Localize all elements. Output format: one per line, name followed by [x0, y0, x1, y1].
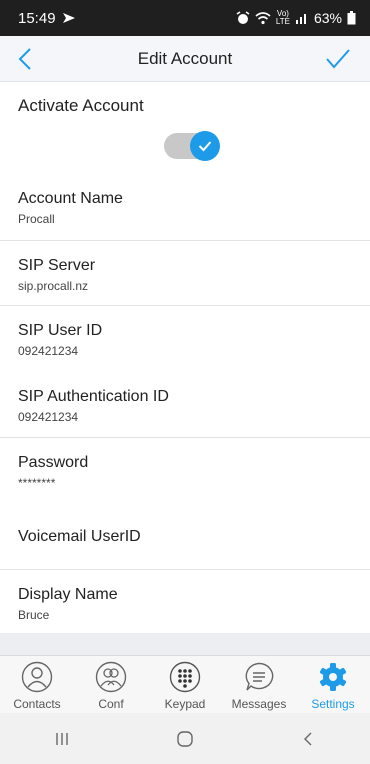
alarm-icon [236, 11, 250, 25]
wifi-icon [255, 11, 271, 25]
app-bar: Edit Account [0, 36, 370, 82]
tab-label: Keypad [164, 697, 206, 711]
field-label: Voicemail UserID [18, 528, 141, 545]
tab-label: Settings [311, 697, 355, 711]
tab-conf[interactable]: Conf [74, 656, 148, 713]
activate-account-label: Activate Account [18, 96, 144, 115]
contacts-icon [21, 659, 53, 695]
field-label: SIP Authentication ID [18, 388, 169, 405]
voicemail-userid-field[interactable]: Voicemail UserID [0, 504, 370, 570]
status-time: 15:49 [18, 9, 56, 27]
field-label: Password [18, 454, 89, 471]
recents-button[interactable] [32, 719, 92, 759]
back-icon [304, 732, 312, 745]
gear-icon [317, 659, 349, 695]
activate-account-toggle[interactable] [164, 131, 220, 161]
list-footer-band [0, 633, 370, 655]
field-label: Display Name [18, 586, 118, 603]
account-name-field[interactable]: Account Name Procall [0, 174, 370, 240]
tab-settings[interactable]: Settings [296, 656, 370, 713]
activate-account-section: Activate Account [0, 82, 370, 174]
status-bar: 15:49 Vo) LTE 63% [0, 0, 370, 36]
battery-percent: 63% [313, 10, 342, 26]
sip-authentication-id-field[interactable]: SIP Authentication ID 092421234 [0, 372, 370, 438]
checkmark-icon [326, 49, 350, 69]
field-value: Procall [18, 212, 55, 226]
field-label: Account Name [18, 190, 123, 207]
cast-icon [62, 12, 76, 24]
chevron-left-icon [18, 48, 31, 70]
checkmark-icon [198, 141, 212, 152]
back-button[interactable] [18, 45, 46, 73]
home-button[interactable] [155, 719, 215, 759]
conference-icon [95, 659, 127, 695]
field-value: ******** [18, 476, 56, 490]
tab-messages[interactable]: Messages [222, 656, 296, 713]
signal-icon [295, 12, 309, 24]
field-value: 092421234 [18, 344, 79, 358]
field-value: 092421234 [18, 410, 79, 424]
home-icon [177, 730, 193, 747]
messages-icon [243, 659, 275, 695]
tab-contacts[interactable]: Contacts [0, 656, 74, 713]
tab-label: Messages [231, 697, 287, 711]
recents-icon [55, 732, 68, 745]
tab-label: Conf [98, 697, 124, 711]
account-form: Activate Account Account Name Procall SI… [0, 82, 370, 636]
field-value: sip.procall.nz [18, 279, 89, 293]
field-value: Bruce [18, 608, 50, 622]
page-title: Edit Account [137, 48, 233, 68]
system-nav-bar [0, 713, 370, 764]
tab-keypad[interactable]: Keypad [148, 656, 222, 713]
sip-server-field[interactable]: SIP Server sip.procall.nz [0, 240, 370, 306]
display-name-field[interactable]: Display Name Bruce [0, 570, 370, 636]
sip-user-id-field[interactable]: SIP User ID 092421234 [0, 306, 370, 372]
tab-label: Contacts [13, 697, 61, 711]
bottom-tab-bar: Contacts Conf Keypad Messages Settings [0, 655, 370, 713]
toggle-knob [190, 131, 220, 161]
battery-icon [347, 11, 356, 25]
keypad-icon [169, 659, 201, 695]
field-label: SIP Server [18, 257, 96, 274]
done-button[interactable] [326, 45, 354, 73]
field-label: SIP User ID [18, 322, 103, 339]
volte-indicator: Vo) LTE [275, 9, 290, 26]
system-back-button[interactable] [278, 719, 338, 759]
password-field[interactable]: Password ******** [0, 438, 370, 504]
